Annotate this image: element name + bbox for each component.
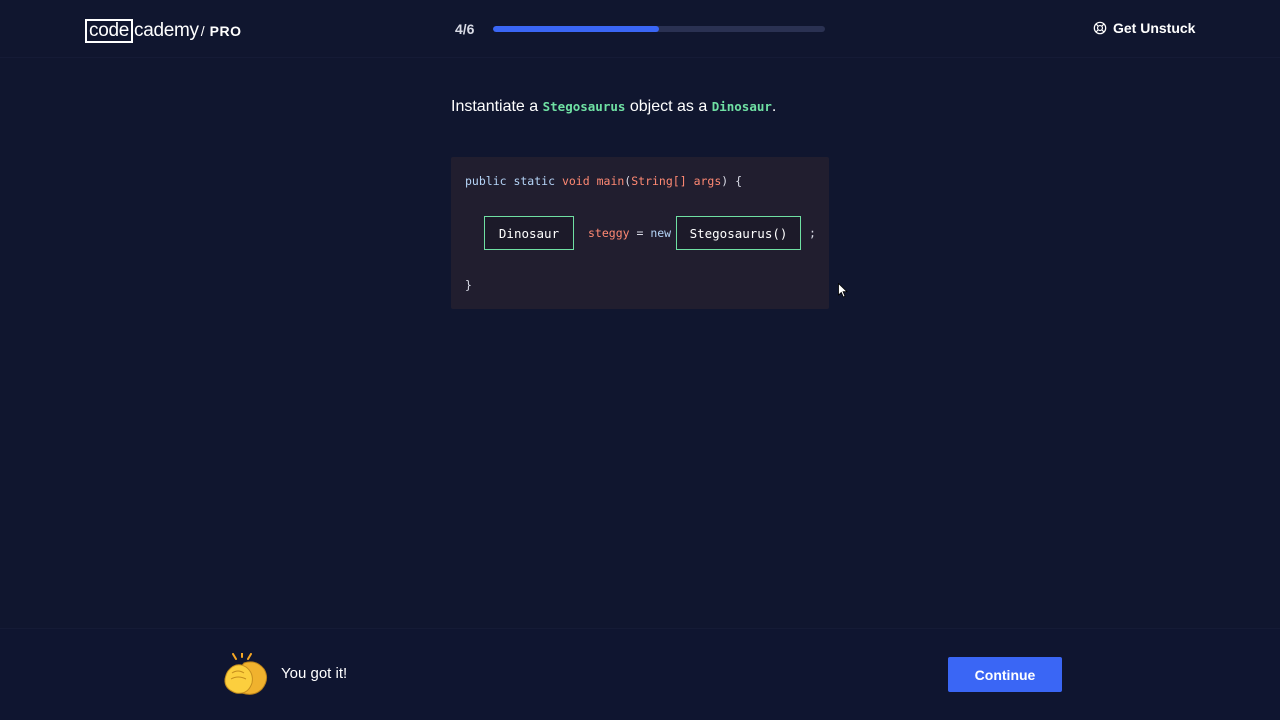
prompt-text: Instantiate a [451,98,543,115]
answer-slot-type[interactable]: Dinosaur [484,216,574,250]
code-line-1: public static void main(String[] args) { [465,174,742,188]
mouse-cursor-icon [838,283,848,298]
exercise-prompt: Instantiate a Stegosaurus object as a Di… [451,96,776,118]
clapping-hands-icon [224,653,268,695]
code-punct: ) { [721,174,743,188]
code-editor: public static void main(String[] args) {… [451,157,829,309]
answer-slot-constructor[interactable]: Stegosaurus() [676,216,801,250]
progress-bar-fill [493,26,659,32]
logo-text: cademy [134,20,199,41]
lifebuoy-icon [1093,21,1107,35]
code-operator: = [629,226,651,240]
code-keyword: void [561,174,590,188]
code-param: args [693,174,722,188]
get-unstuck-button[interactable]: Get Unstuck [1093,20,1195,36]
progress-bar [493,26,825,32]
prompt-type-code: Dinosaur [711,99,772,114]
codecademy-pro-logo[interactable]: code cademy / PRO [85,19,241,43]
get-unstuck-label: Get Unstuck [1113,20,1196,36]
feedback-bar: You got it! Continue [0,628,1280,720]
top-bar: code cademy / PRO 4/6 Get Unstuck [0,0,1280,58]
code-type: String[] [631,174,687,188]
prompt-class-code: Stegosaurus [542,99,626,114]
code-keyword: public static [465,174,556,188]
code-line-2: steggy = new [588,226,671,240]
code-semicolon: ; [809,226,816,240]
prompt-text: . [771,98,777,115]
code-identifier: steggy [588,226,630,240]
progress-counter: 4/6 [455,21,475,37]
success-message: You got it! [281,665,348,682]
logo-boxed-text: code [85,19,134,43]
prompt-text: object as a [625,98,712,115]
code-function: main [596,174,625,188]
continue-button[interactable]: Continue [948,657,1062,692]
logo-pro-label: PRO [209,23,242,39]
logo-slash: / [200,23,205,39]
code-keyword: new [650,226,672,240]
code-closing-brace: } [465,278,472,292]
